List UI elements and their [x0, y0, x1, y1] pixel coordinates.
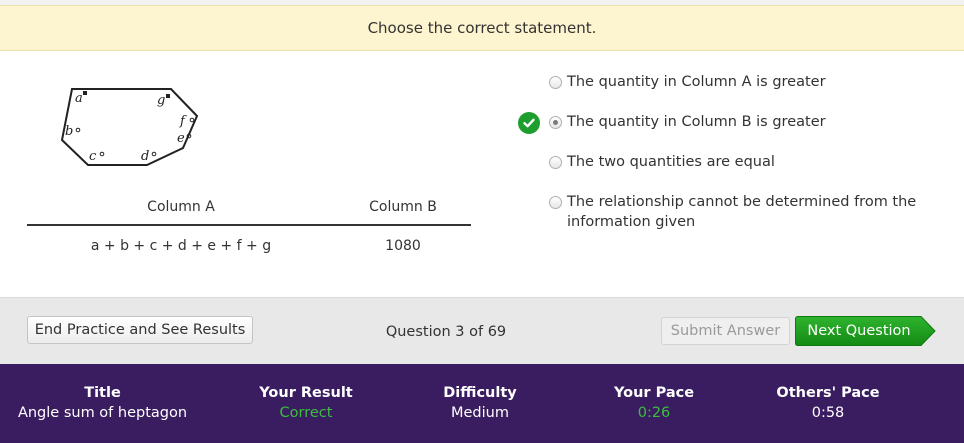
option-b-label: The quantity in Column B is greater [567, 114, 826, 130]
column-a-value: a + b + c + d + e + f + g [90, 238, 272, 254]
stat-result-label: Your Result [259, 385, 353, 401]
option-a[interactable]: The quantity in Column A is greater [516, 72, 936, 92]
angle-label-g: g [157, 93, 165, 108]
stat-difficulty: Difficulty Medium [400, 384, 560, 424]
option-b-radio[interactable] [549, 116, 562, 129]
stat-others-pace-value: 0:58 [811, 405, 845, 421]
angle-label-d: d [141, 149, 149, 164]
option-a-label: The quantity in Column A is greater [567, 74, 826, 90]
option-d-radio[interactable] [549, 196, 562, 209]
comparison-row: a + b + c + d + e + f + g 1080 [27, 226, 471, 268]
stat-title-label: Title [84, 385, 121, 401]
stat-difficulty-value: Medium [451, 405, 509, 421]
stat-result-value: Correct [279, 405, 333, 421]
angle-label-b: b [65, 124, 73, 139]
stat-result: Your Result Correct [226, 384, 386, 424]
question-counter: Question 3 of 69 [385, 324, 507, 340]
prompt-bar: Choose the correct statement. [0, 5, 964, 51]
angle-label-a: a [75, 91, 83, 106]
option-d[interactable]: The relationship cannot be determined fr… [516, 192, 936, 232]
stat-title-value: Angle sum of heptagon [17, 405, 188, 421]
action-bar: End Practice and See Results Question 3 … [0, 297, 964, 364]
stat-your-pace: Your Pace 0:26 [574, 384, 734, 424]
option-c-radio[interactable] [549, 156, 562, 169]
column-a-header: Column A [147, 199, 215, 215]
comparison-table: Column A Column B a + b + c + d + e + f … [27, 196, 471, 268]
stat-your-pace-label: Your Pace [613, 385, 695, 401]
column-b-header: Column B [369, 199, 437, 215]
option-c[interactable]: The two quantities are equal [516, 152, 936, 172]
heptagon-figure: a b c d e f g [60, 88, 199, 166]
column-b-value: 1080 [385, 238, 421, 254]
stat-your-pace-value: 0:26 [637, 405, 671, 421]
stat-others-pace: Others' Pace 0:58 [748, 384, 908, 424]
next-question-label: Next Question [807, 323, 911, 339]
option-d-label: The relationship cannot be determined fr… [567, 194, 917, 230]
end-practice-button[interactable]: End Practice and See Results [27, 316, 253, 344]
stat-difficulty-label: Difficulty [443, 385, 517, 401]
prompt-text: Choose the correct statement. [367, 19, 597, 37]
angle-label-f: f [179, 114, 187, 129]
stat-title: Title Angle sum of heptagon [10, 384, 195, 424]
angle-label-c: c [89, 149, 97, 164]
option-c-label: The two quantities are equal [567, 154, 775, 170]
status-bar: Title Angle sum of heptagon Your Result … [0, 364, 964, 443]
correct-check-icon [518, 112, 540, 134]
comparison-header: Column A Column B [27, 196, 471, 226]
option-a-radio[interactable] [549, 76, 562, 89]
submit-answer-button[interactable]: Submit Answer [661, 317, 790, 345]
angle-label-e: e [177, 131, 185, 146]
next-question-button[interactable]: Next Question [795, 316, 936, 346]
option-b[interactable]: The quantity in Column B is greater [516, 112, 936, 134]
stat-others-pace-label: Others' Pace [776, 385, 880, 401]
